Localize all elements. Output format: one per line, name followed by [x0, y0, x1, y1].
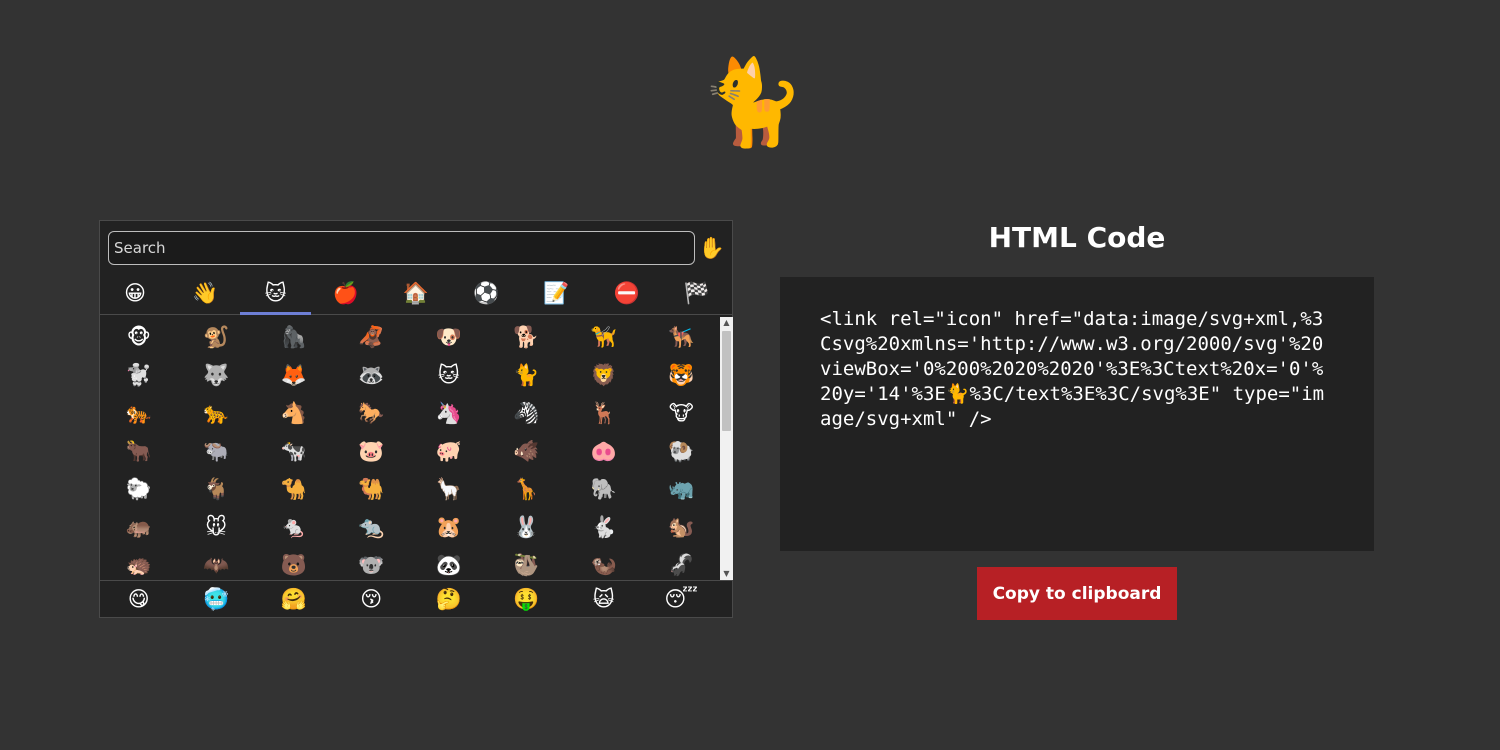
emoji-cell[interactable]: 🐘 — [565, 470, 643, 508]
emoji-cell[interactable]: 🐄 — [255, 432, 333, 470]
scroll-down-arrow-icon[interactable]: ▼ — [720, 568, 733, 580]
recent-emoji[interactable]: 😴 — [643, 581, 721, 618]
tab-food[interactable]: 🍎 — [311, 273, 381, 314]
code-box: <link rel="icon" href="data:image/svg+xm… — [780, 277, 1374, 551]
emoji-cell[interactable]: 🐿️ — [643, 508, 721, 546]
emoji-cell[interactable]: 🐩 — [100, 356, 178, 394]
emoji-cell[interactable]: 🦦 — [565, 546, 643, 580]
emoji-cell[interactable]: 🦊 — [255, 356, 333, 394]
code-section-title: HTML Code — [988, 221, 1166, 254]
emoji-cell[interactable]: 🐴 — [255, 394, 333, 432]
emoji-cell[interactable]: 🐆 — [178, 394, 256, 432]
category-tabs: 😀 👋 🐱 🍎 🏠 ⚽ 📝 ⛔ 🏁 — [100, 273, 732, 315]
emoji-cell[interactable]: 🦄 — [410, 394, 488, 432]
copy-to-clipboard-button[interactable]: Copy to clipboard — [977, 567, 1177, 620]
tab-travel[interactable]: 🏠 — [381, 273, 451, 314]
emoji-cell[interactable]: 🐖 — [410, 432, 488, 470]
emoji-cell[interactable]: 🐯 — [643, 356, 721, 394]
emoji-cell[interactable]: 🐵 — [100, 318, 178, 356]
emoji-grid-scrollbar[interactable]: ▲ ▼ — [720, 317, 733, 580]
search-input[interactable] — [108, 231, 695, 265]
emoji-cell[interactable]: 🐮 — [643, 394, 721, 432]
skin-tone-button[interactable]: ✋ — [698, 232, 726, 264]
recent-emoji[interactable]: 😚 — [333, 581, 411, 618]
emoji-cell[interactable]: 🦙 — [410, 470, 488, 508]
recent-emoji[interactable]: 🤑 — [488, 581, 566, 618]
emoji-cell[interactable]: 🐎 — [333, 394, 411, 432]
emoji-cell[interactable]: 🐏 — [643, 432, 721, 470]
recent-emoji[interactable]: 🙀 — [565, 581, 643, 618]
emoji-cell[interactable]: 🐑 — [100, 470, 178, 508]
emoji-cell[interactable]: 🐹 — [410, 508, 488, 546]
emoji-grid: 🐵 🐒 🦍 🦧 🐶 🐕 🦮 🐕‍🦺 🐩 🐺 🦊 🦝 🐱 🐈 🦁 🐯 🐅 🐆 🐴 … — [100, 317, 720, 580]
emoji-cell[interactable]: 🦨 — [643, 546, 721, 580]
emoji-cell[interactable]: 🐷 — [333, 432, 411, 470]
emoji-grid-viewport: 🐵 🐒 🦍 🦧 🐶 🐕 🦮 🐕‍🦺 🐩 🐺 🦊 🦝 🐱 🐈 🦁 🐯 🐅 🐆 🐴 … — [100, 317, 720, 580]
selected-emoji-preview: 🐈 — [700, 53, 805, 151]
tab-smileys[interactable]: 😀 — [100, 273, 170, 314]
recent-emoji[interactable]: 🥶 — [178, 581, 256, 618]
scroll-thumb[interactable] — [722, 331, 731, 431]
scroll-up-arrow-icon[interactable]: ▲ — [720, 317, 733, 329]
emoji-cell[interactable]: 🐼 — [410, 546, 488, 580]
emoji-cell[interactable]: 🐃 — [178, 432, 256, 470]
emoji-cell[interactable]: 🐶 — [410, 318, 488, 356]
code-snippet: <link rel="icon" href="data:image/svg+xm… — [820, 308, 1325, 430]
tab-symbols[interactable]: ⛔ — [592, 273, 662, 314]
emoji-cell[interactable]: 🦓 — [488, 394, 566, 432]
emoji-cell[interactable]: 🐅 — [100, 394, 178, 432]
emoji-cell[interactable]: 🐫 — [333, 470, 411, 508]
emoji-cell[interactable]: 🦇 — [178, 546, 256, 580]
recent-emoji[interactable]: 😋 — [100, 581, 178, 618]
emoji-cell[interactable]: 🐱 — [410, 356, 488, 394]
tab-flags[interactable]: 🏁 — [662, 273, 732, 314]
emoji-cell[interactable]: 🐭 — [178, 508, 256, 546]
emoji-cell[interactable]: 🦝 — [333, 356, 411, 394]
recent-emojis: 😋 🥶 🤗 😚 🤔 🤑 🙀 😴 — [100, 580, 732, 618]
emoji-cell[interactable]: 🐰 — [488, 508, 566, 546]
emoji-cell[interactable]: 🐂 — [100, 432, 178, 470]
tab-animals[interactable]: 🐱 — [240, 273, 311, 315]
tab-objects[interactable]: 📝 — [521, 273, 591, 314]
emoji-cell[interactable]: 🐒 — [178, 318, 256, 356]
recent-emoji[interactable]: 🤗 — [255, 581, 333, 618]
emoji-cell[interactable]: 🐇 — [565, 508, 643, 546]
emoji-cell[interactable]: 🦮 — [565, 318, 643, 356]
emoji-cell[interactable]: 🐕 — [488, 318, 566, 356]
emoji-cell[interactable]: 🐪 — [255, 470, 333, 508]
emoji-cell[interactable]: 🦛 — [100, 508, 178, 546]
emoji-cell[interactable]: 🐺 — [178, 356, 256, 394]
emoji-cell[interactable]: 🐈 — [488, 356, 566, 394]
emoji-picker: ✋ 😀 👋 🐱 🍎 🏠 ⚽ 📝 ⛔ 🏁 🐵 🐒 🦍 🦧 🐶 🐕 🦮 🐕‍🦺 🐩 … — [99, 220, 733, 618]
emoji-cell[interactable]: 🐽 — [565, 432, 643, 470]
emoji-cell[interactable]: 🦏 — [643, 470, 721, 508]
emoji-cell[interactable]: 🐗 — [488, 432, 566, 470]
emoji-cell[interactable]: 🦧 — [333, 318, 411, 356]
emoji-cell[interactable]: 🦥 — [488, 546, 566, 580]
tab-activities[interactable]: ⚽ — [451, 273, 521, 314]
search-row: ✋ — [108, 231, 726, 267]
recent-emoji[interactable]: 🤔 — [410, 581, 488, 618]
emoji-cell[interactable]: 🐻 — [255, 546, 333, 580]
emoji-cell[interactable]: 🐁 — [255, 508, 333, 546]
emoji-cell[interactable]: 🐕‍🦺 — [643, 318, 721, 356]
tab-people[interactable]: 👋 — [170, 273, 240, 314]
emoji-cell[interactable]: 🦔 — [100, 546, 178, 580]
emoji-cell[interactable]: 🦒 — [488, 470, 566, 508]
emoji-cell[interactable]: 🐐 — [178, 470, 256, 508]
emoji-cell[interactable]: 🦁 — [565, 356, 643, 394]
emoji-cell[interactable]: 🦍 — [255, 318, 333, 356]
emoji-cell[interactable]: 🐀 — [333, 508, 411, 546]
emoji-cell[interactable]: 🐨 — [333, 546, 411, 580]
emoji-cell[interactable]: 🦌 — [565, 394, 643, 432]
